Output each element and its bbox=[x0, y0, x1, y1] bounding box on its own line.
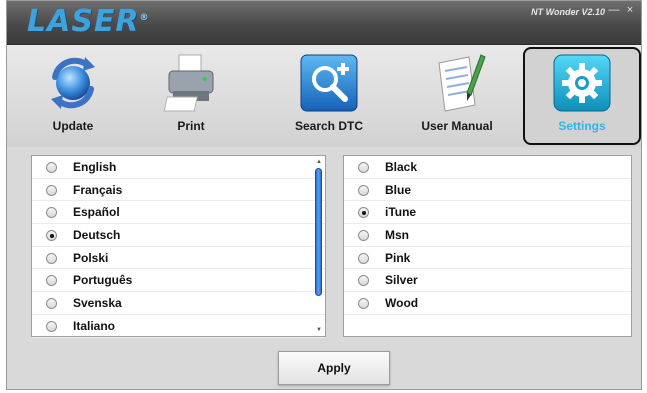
skin-option-blue[interactable]: Blue bbox=[344, 179, 631, 202]
toolbar-settings-label: Settings bbox=[558, 119, 606, 133]
skin-option-silver[interactable]: Silver bbox=[344, 269, 631, 293]
radio-button[interactable] bbox=[358, 184, 369, 196]
language-option-francais[interactable]: Français bbox=[32, 179, 325, 202]
skin-option-pink[interactable]: Pink bbox=[344, 247, 631, 270]
scroll-up-arrow-icon[interactable]: ▲ bbox=[315, 158, 323, 166]
skin-list: Black Blue iTune Msn Pink Silver Wood bbox=[343, 155, 632, 337]
toolbar-update-label: Update bbox=[52, 119, 94, 133]
app-window: LASER® NT Wonder V2.10 — × Update Print … bbox=[6, 0, 642, 390]
language-option-espanol[interactable]: Español bbox=[32, 201, 325, 225]
close-button[interactable]: × bbox=[623, 4, 637, 16]
language-option-deutsch[interactable]: Deutsch bbox=[32, 224, 325, 247]
skin-option-msn[interactable]: Msn bbox=[344, 224, 631, 247]
scroll-down-arrow-icon[interactable]: ▼ bbox=[315, 326, 323, 334]
radio-button-selected[interactable] bbox=[46, 230, 57, 242]
radio-button[interactable] bbox=[46, 320, 57, 332]
toolbar-search-dtc-button[interactable]: Search DTC bbox=[277, 49, 381, 145]
toolbar-search-dtc-label: Search DTC bbox=[294, 119, 364, 133]
radio-button[interactable] bbox=[46, 252, 57, 264]
language-scrollbar[interactable]: ▲ ▼ bbox=[315, 158, 323, 334]
radio-button[interactable] bbox=[358, 252, 369, 264]
toolbar-update-button[interactable]: Update bbox=[21, 49, 125, 145]
skin-option-black[interactable]: Black bbox=[344, 156, 631, 179]
radio-button[interactable] bbox=[46, 162, 57, 173]
language-option-svenska[interactable]: Svenska bbox=[32, 292, 325, 315]
radio-button[interactable] bbox=[46, 207, 57, 219]
refresh-globe-icon bbox=[51, 57, 95, 109]
manual-pencil-icon bbox=[438, 54, 486, 112]
main-toolbar: Update Print Search DTC User Manual Sett… bbox=[7, 45, 641, 147]
toolbar-print-button[interactable]: Print bbox=[139, 49, 243, 145]
radio-button-selected[interactable] bbox=[358, 207, 369, 219]
language-option-italiano[interactable]: Italiano bbox=[32, 315, 325, 338]
toolbar-print-label: Print bbox=[177, 119, 205, 133]
titlebar: LASER® NT Wonder V2.10 — × bbox=[7, 1, 641, 45]
radio-button[interactable] bbox=[358, 162, 369, 173]
radio-button[interactable] bbox=[358, 230, 369, 242]
skin-option-wood[interactable]: Wood bbox=[344, 292, 631, 315]
minimize-button[interactable]: — bbox=[607, 4, 621, 16]
language-option-polski[interactable]: Polski bbox=[32, 247, 325, 270]
apply-button[interactable]: Apply bbox=[278, 351, 390, 385]
radio-button[interactable] bbox=[358, 298, 369, 310]
laser-logo: LASER® bbox=[27, 4, 150, 39]
gear-icon bbox=[553, 54, 611, 112]
toolbar-user-manual-label: User Manual bbox=[421, 119, 493, 133]
skin-option-itune[interactable]: iTune bbox=[344, 201, 631, 225]
app-version: NT Wonder V2.10 bbox=[531, 7, 605, 17]
toolbar-settings-button[interactable]: Settings bbox=[523, 47, 641, 145]
printer-icon bbox=[163, 54, 214, 112]
magnifier-plus-icon bbox=[300, 54, 358, 112]
language-option-english[interactable]: English bbox=[32, 156, 325, 179]
language-option-portugues[interactable]: Português bbox=[32, 269, 325, 293]
radio-button[interactable] bbox=[358, 275, 369, 287]
radio-button[interactable] bbox=[46, 298, 57, 310]
toolbar-user-manual-button[interactable]: User Manual bbox=[405, 49, 509, 145]
scroll-thumb[interactable] bbox=[315, 168, 322, 296]
radio-button[interactable] bbox=[46, 275, 57, 287]
radio-button[interactable] bbox=[46, 184, 57, 196]
language-list: English Français Español Deutsch Polski … bbox=[31, 155, 326, 338]
